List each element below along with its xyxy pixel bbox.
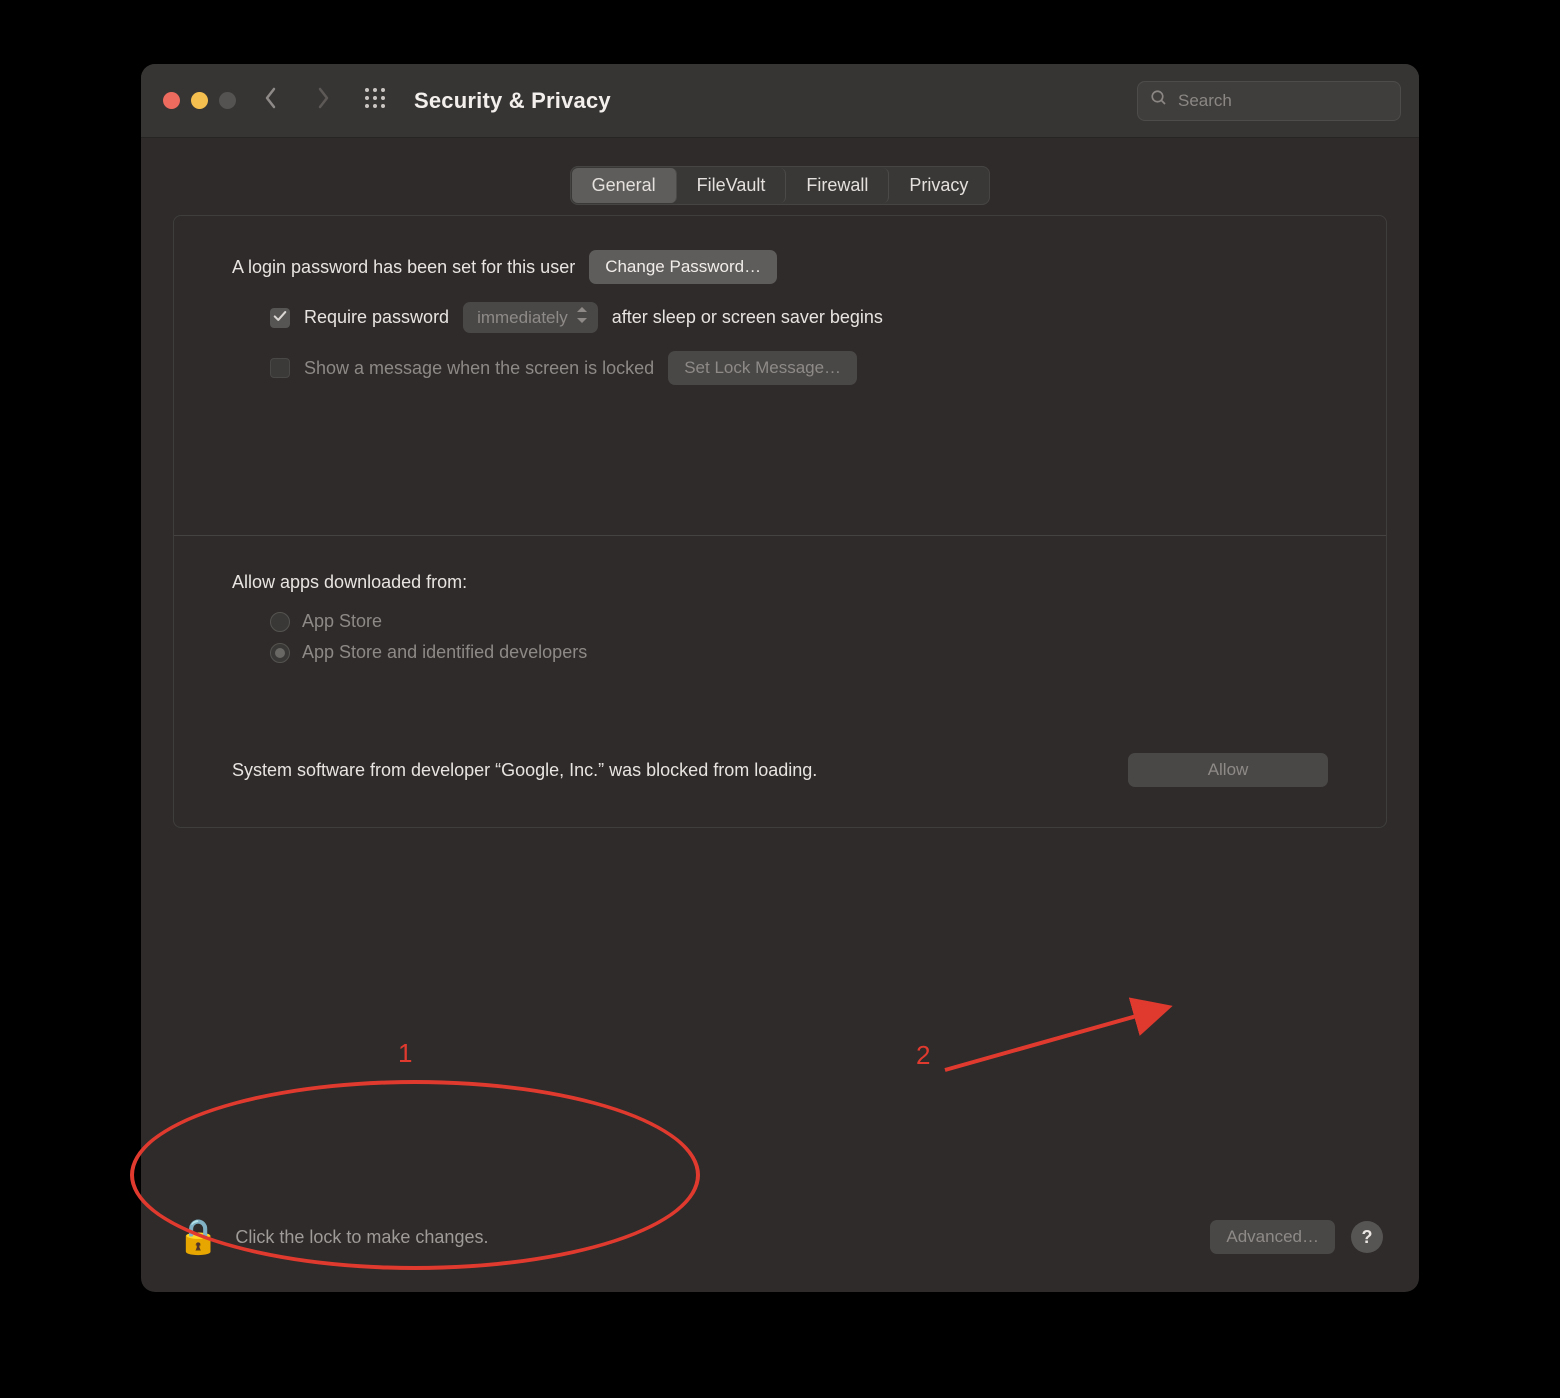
general-panel: A login password has been set for this u… bbox=[173, 215, 1387, 828]
tab-filevault[interactable]: FileVault bbox=[677, 168, 787, 203]
change-password-button[interactable]: Change Password… bbox=[589, 250, 777, 284]
check-icon bbox=[273, 307, 287, 328]
minimize-window-button[interactable] bbox=[191, 92, 208, 109]
radio-app-store bbox=[270, 612, 290, 632]
require-password-suffix: after sleep or screen saver begins bbox=[612, 307, 883, 328]
set-lock-message-button: Set Lock Message… bbox=[668, 351, 857, 385]
login-password-text: A login password has been set for this u… bbox=[232, 257, 575, 278]
select-value: immediately bbox=[477, 308, 568, 328]
require-password-label: Require password bbox=[304, 307, 449, 328]
radio-app-store-identified-label: App Store and identified developers bbox=[302, 642, 587, 663]
show-all-button[interactable] bbox=[358, 84, 392, 118]
advanced-button[interactable]: Advanced… bbox=[1210, 1220, 1335, 1254]
footer: 🔒 Click the lock to make changes. Advanc… bbox=[141, 1182, 1419, 1292]
window-title: Security & Privacy bbox=[414, 88, 611, 114]
require-password-checkbox[interactable] bbox=[270, 308, 290, 328]
zoom-window-button bbox=[219, 92, 236, 109]
grid-icon bbox=[363, 86, 387, 115]
tab-privacy[interactable]: Privacy bbox=[889, 168, 988, 203]
blocked-software-text: System software from developer “Google, … bbox=[232, 757, 817, 783]
chevron-left-icon bbox=[263, 86, 279, 115]
window-controls bbox=[163, 92, 236, 109]
close-window-button[interactable] bbox=[163, 92, 180, 109]
search-icon bbox=[1150, 89, 1168, 112]
help-button[interactable]: ? bbox=[1351, 1221, 1383, 1253]
chevron-right-icon bbox=[315, 86, 331, 115]
search-input[interactable] bbox=[1178, 91, 1388, 111]
forward-button bbox=[306, 84, 340, 118]
tab-general[interactable]: General bbox=[572, 168, 677, 203]
tab-firewall[interactable]: Firewall bbox=[786, 168, 889, 203]
search-field[interactable] bbox=[1137, 81, 1401, 121]
radio-app-store-identified bbox=[270, 643, 290, 663]
updown-icon bbox=[576, 307, 588, 328]
show-lock-message-label: Show a message when the screen is locked bbox=[304, 358, 654, 379]
divider bbox=[174, 535, 1386, 536]
back-button[interactable] bbox=[254, 84, 288, 118]
tab-bar: General FileVault Firewall Privacy bbox=[570, 166, 991, 205]
radio-app-store-label: App Store bbox=[302, 611, 382, 632]
require-password-delay-select: immediately bbox=[463, 302, 598, 333]
lock-icon[interactable]: 🔒 bbox=[177, 1220, 219, 1254]
lock-hint-text: Click the lock to make changes. bbox=[235, 1227, 488, 1248]
allow-button[interactable]: Allow bbox=[1128, 753, 1328, 787]
show-lock-message-checkbox bbox=[270, 358, 290, 378]
preferences-window: Security & Privacy General FileVault Fir… bbox=[141, 64, 1419, 1292]
titlebar: Security & Privacy bbox=[141, 64, 1419, 138]
allow-apps-heading: Allow apps downloaded from: bbox=[232, 572, 1328, 593]
